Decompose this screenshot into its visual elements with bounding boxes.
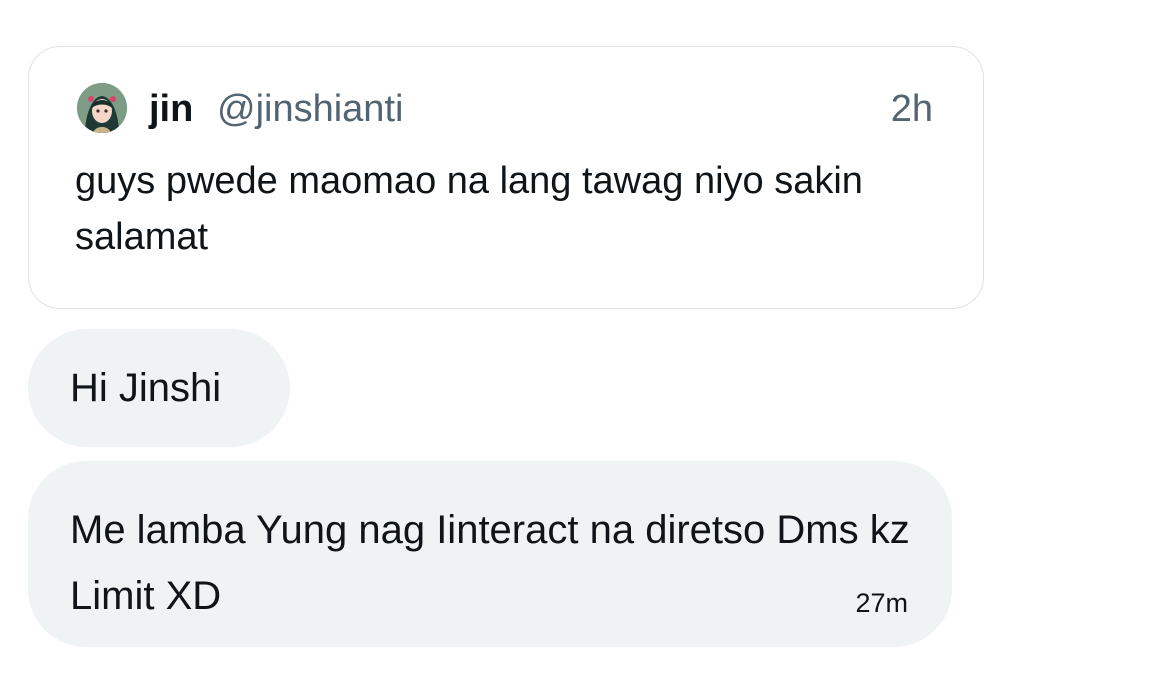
message-bubble[interactable]: Me lamba Yung nag Iinteract na diretso D… [28,461,952,647]
message-text: Me lamba Yung nag Iinteract na diretso D… [70,508,910,618]
message-bubble[interactable]: Hi Jinshi [28,329,290,447]
message-text: Hi Jinshi [70,366,222,410]
post-timestamp: 2h [890,88,933,130]
anime-avatar-icon[interactable] [77,83,127,133]
quoted-post-text: guys pwede maomao na lang tawag niyo sak… [75,160,863,258]
author-name[interactable]: jin [149,87,193,131]
author-handle[interactable]: @jinshianti [217,87,403,131]
message-timestamp: 27m [855,588,908,618]
quoted-post-card[interactable]: jin @jinshianti 2h guys pwede maomao na … [28,46,984,309]
